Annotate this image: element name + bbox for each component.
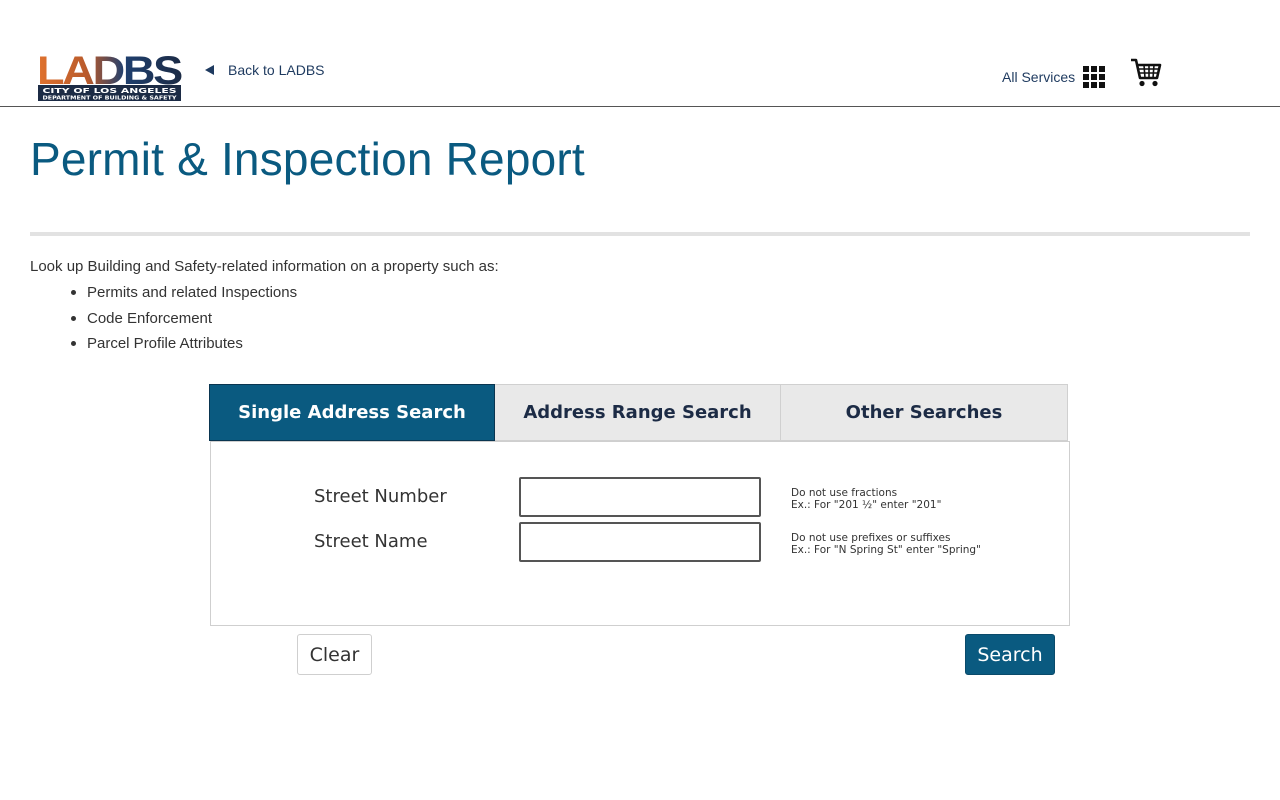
tab-address-range-search[interactable]: Address Range Search (495, 384, 781, 441)
grid-icon (1083, 66, 1106, 88)
street-number-label: Street Number (314, 486, 447, 507)
back-to-ladbs-link[interactable]: Back to LADBS (205, 62, 325, 78)
street-number-hint-line2: Ex.: For "201 ½" enter "201" (791, 499, 942, 511)
search-form-panel: Street Number Do not use fractions Ex.: … (210, 441, 1070, 626)
ladbs-logo[interactable]: LADBS CITY OF LOS ANGELES DEPARTMENT OF … (37, 50, 182, 102)
feature-list: Permits and related Inspections Code Enf… (70, 283, 297, 360)
list-item: Permits and related Inspections (70, 283, 297, 309)
street-name-hint: Do not use prefixes or suffixes Ex.: For… (791, 532, 981, 556)
street-number-input[interactable] (519, 477, 761, 517)
site-header: LADBS CITY OF LOS ANGELES DEPARTMENT OF … (0, 0, 1280, 107)
street-name-hint-line1: Do not use prefixes or suffixes (791, 532, 951, 544)
tab-single-address-search[interactable]: Single Address Search (209, 384, 495, 441)
street-name-label: Street Name (314, 531, 428, 552)
street-number-hint-line1: Do not use fractions (791, 487, 898, 499)
back-link-label: Back to LADBS (228, 62, 325, 78)
clear-button[interactable]: Clear (297, 634, 372, 675)
list-item: Parcel Profile Attributes (70, 334, 297, 360)
search-button[interactable]: Search (965, 634, 1055, 675)
triangle-left-icon (205, 65, 214, 75)
street-name-input[interactable] (519, 522, 761, 562)
tab-other-searches[interactable]: Other Searches (781, 384, 1068, 441)
cart-icon[interactable] (1130, 58, 1162, 88)
street-number-hint: Do not use fractions Ex.: For "201 ½" en… (791, 487, 941, 511)
logo-line2: DEPARTMENT OF BUILDING & SAFETY (43, 96, 178, 102)
intro-text: Look up Building and Safety-related info… (30, 258, 499, 275)
title-divider (30, 232, 1250, 236)
all-services-label: All Services (1002, 69, 1076, 85)
list-item: Code Enforcement (70, 309, 297, 335)
search-tabs: Single Address Search Address Range Sear… (209, 384, 1068, 441)
all-services-menu[interactable]: All Services (1002, 66, 1106, 88)
street-name-hint-line2: Ex.: For "N Spring St" enter "Spring" (791, 544, 981, 556)
page-title: Permit & Inspection Report (30, 133, 585, 185)
logo-line1: CITY OF LOS ANGELES (43, 87, 177, 95)
